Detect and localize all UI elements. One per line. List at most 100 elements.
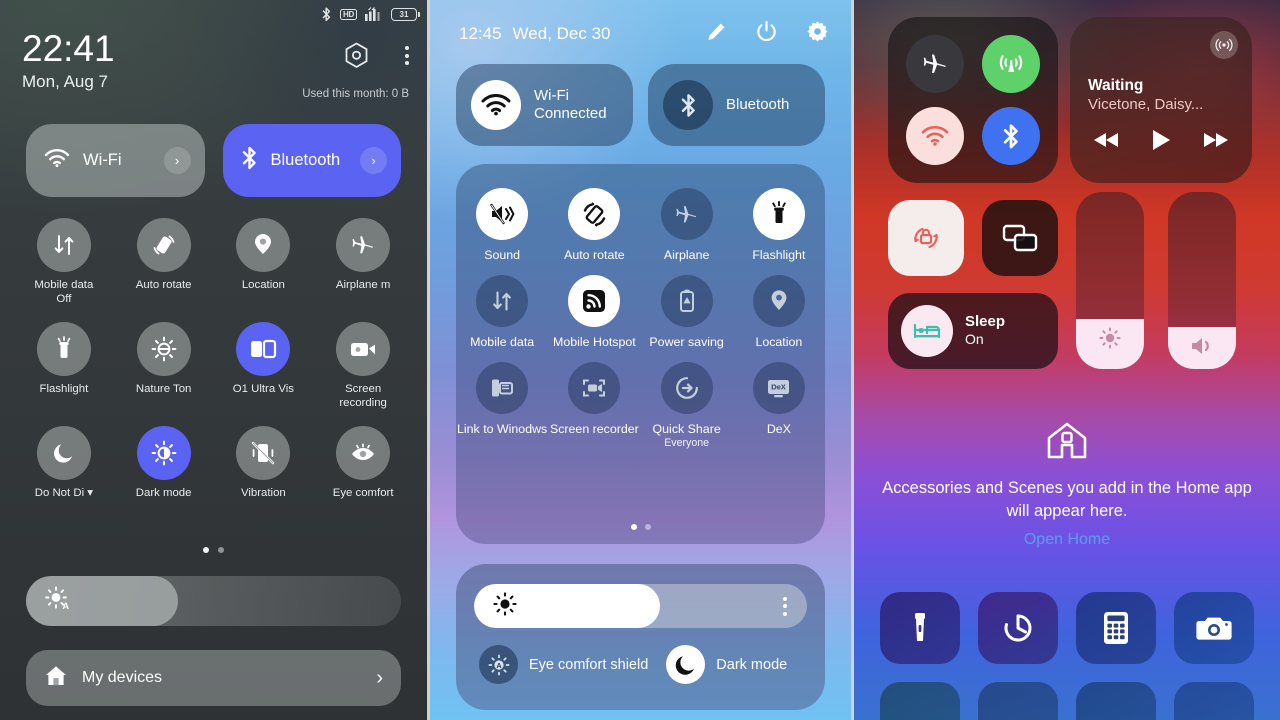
connectivity-module <box>888 17 1058 183</box>
eye-comfort-shield-toggle[interactable]: A Eye comfort shield <box>479 645 648 684</box>
brightness-more-icon[interactable] <box>783 584 787 628</box>
toggle-airplane[interactable]: Airplane <box>641 180 733 263</box>
dark-mode-toggle[interactable]: Dark mode <box>666 645 787 684</box>
wifi-card-text: Wi-Fi Connected <box>534 87 607 123</box>
toggle-do-not-disturb[interactable]: Do Not Di ▾ <box>14 426 114 501</box>
toggle-vibration[interactable]: Vibration <box>214 426 314 501</box>
toggle-auto-rotate[interactable]: Auto rotate <box>114 218 214 306</box>
dark-mode-label: Dark mode <box>716 656 788 673</box>
wifi-card[interactable]: Wi-Fi Connected <box>456 64 633 146</box>
toggle-sound[interactable]: Sound <box>456 180 548 263</box>
toggle-auto-rotate[interactable]: Auto rotate <box>548 180 640 263</box>
svg-text:A: A <box>63 601 70 611</box>
svg-text:A: A <box>496 660 502 669</box>
wifi-card-title: Wi-Fi <box>534 87 569 104</box>
toggle-location[interactable]: Location <box>733 267 825 350</box>
toggle-location[interactable]: Location <box>214 218 314 306</box>
wifi-card-subtitle: Connected <box>534 105 607 122</box>
toggle-nature-tone[interactable]: Nature Ton <box>114 322 214 410</box>
shortcut-8[interactable] <box>1174 682 1254 720</box>
toggle-label: Flashlight <box>39 383 89 395</box>
bluetooth-pill[interactable]: Bluetooth › <box>222 124 401 197</box>
clock-time: 12:45 <box>459 24 502 43</box>
bluetooth-card[interactable]: Bluetooth <box>648 64 825 146</box>
sleep-focus-module[interactable]: Sleep On <box>888 293 1058 369</box>
toggle-label: Do Not Di ▾ <box>34 487 93 499</box>
camera-shortcut[interactable] <box>1174 592 1254 664</box>
brightness-slider[interactable]: A <box>26 576 401 626</box>
gear-icon[interactable] <box>806 20 829 48</box>
my-devices-label: My devices <box>82 669 163 686</box>
page-indicator[interactable] <box>0 547 427 553</box>
video-camera-icon <box>336 322 391 376</box>
airplane-mode-toggle[interactable] <box>906 35 964 93</box>
airplane-icon <box>336 218 391 272</box>
page-indicator[interactable] <box>456 524 825 530</box>
sound-mute-icon <box>476 188 529 240</box>
brightness-slider-fill <box>474 584 661 628</box>
rotation-lock-toggle[interactable] <box>888 200 964 276</box>
bluetooth-chevron-icon[interactable]: › <box>360 147 387 174</box>
brightness-slider[interactable] <box>1076 192 1144 369</box>
my-devices-row[interactable]: My devices › <box>26 650 401 706</box>
battery-indicator: 31 <box>391 7 420 21</box>
app-shortcut-grid <box>880 592 1254 720</box>
toggle-screen-recorder[interactable]: Screen recorder <box>548 354 640 450</box>
toggle-label: Mobile Hotspot <box>553 335 636 349</box>
airplay-icon[interactable] <box>1210 31 1238 59</box>
status-bar: HD 31 <box>321 5 420 23</box>
toggle-mobile-data[interactable]: Mobile data Off <box>14 218 114 306</box>
toggle-power-saving[interactable]: Power saving <box>641 267 733 350</box>
edit-icon[interactable] <box>705 21 727 48</box>
flashlight-shortcut[interactable] <box>880 592 960 664</box>
toggle-label: Airplane <box>663 248 710 262</box>
location-pin-icon <box>752 275 805 327</box>
timer-shortcut[interactable] <box>978 592 1058 664</box>
now-playing-module[interactable]: Waiting Vicetone, Daisy... <box>1070 17 1252 183</box>
bluetooth-icon <box>321 6 332 22</box>
data-usage-label: Used this month: 0 B <box>302 88 409 100</box>
play-button[interactable] <box>1150 128 1172 157</box>
hexagon-settings-icon[interactable] <box>344 42 369 74</box>
screen-mirroring-toggle[interactable] <box>982 200 1058 276</box>
toggle-mobile-hotspot[interactable]: Mobile Hotspot <box>548 267 640 350</box>
toggle-o1-ultra-vision[interactable]: O1 Ultra Vis <box>214 322 314 410</box>
moon-icon <box>36 426 91 480</box>
now-playing-artist: Vicetone, Daisy... <box>1088 96 1204 113</box>
calculator-shortcut[interactable] <box>1076 592 1156 664</box>
ios-control-center: Waiting Vicetone, Daisy... Sleep On Acce… <box>854 0 1280 720</box>
wifi-pill[interactable]: Wi-Fi › <box>26 124 205 197</box>
bluetooth-toggle[interactable] <box>982 107 1040 165</box>
toggle-mobile-data[interactable]: Mobile data <box>456 267 548 350</box>
toggle-flashlight[interactable]: Flashlight <box>14 322 114 410</box>
home-placeholder-message: Accessories and Scenes you add in the Ho… <box>882 478 1252 520</box>
my-devices-chevron-icon[interactable]: › <box>376 667 383 690</box>
volume-slider[interactable] <box>1168 192 1236 369</box>
toggle-quick-share[interactable]: Quick Share Everyone <box>641 354 733 450</box>
toggle-dark-mode[interactable]: Dark mode <box>114 426 214 501</box>
wifi-toggle[interactable] <box>906 107 964 165</box>
wifi-chevron-icon[interactable]: › <box>163 147 191 174</box>
next-track-button[interactable] <box>1200 131 1230 154</box>
toggle-sublabel: Everyone <box>664 437 709 449</box>
samsung-header: 12:45 Wed, Dec 30 <box>459 20 829 48</box>
location-pin-icon <box>236 218 291 272</box>
toggle-label: Location <box>755 335 803 349</box>
brightness-slider[interactable] <box>474 584 807 628</box>
previous-track-button[interactable] <box>1092 131 1122 154</box>
toggle-airplane-mode[interactable]: Airplane m <box>313 218 413 306</box>
toggle-dex[interactable]: DeX DeX DeX <box>733 354 825 450</box>
cellular-data-toggle[interactable] <box>982 35 1040 93</box>
open-home-link[interactable]: Open Home <box>1024 531 1110 549</box>
shortcut-5[interactable] <box>880 682 960 720</box>
toggle-link-to-windows[interactable]: Link to Winodws <box>456 354 548 450</box>
toggle-eye-comfort[interactable]: Eye comfort <box>313 426 413 501</box>
volume-slider-fill <box>1168 326 1236 369</box>
toggle-screen-recording[interactable]: Screen recording <box>313 322 413 410</box>
toggle-flashlight[interactable]: Flashlight <box>733 180 825 263</box>
toggle-label: Screen recording <box>339 383 387 409</box>
shortcut-7[interactable] <box>1076 682 1156 720</box>
kebab-menu-icon[interactable] <box>405 42 409 65</box>
shortcut-6[interactable] <box>978 682 1058 720</box>
power-icon[interactable] <box>755 20 778 48</box>
